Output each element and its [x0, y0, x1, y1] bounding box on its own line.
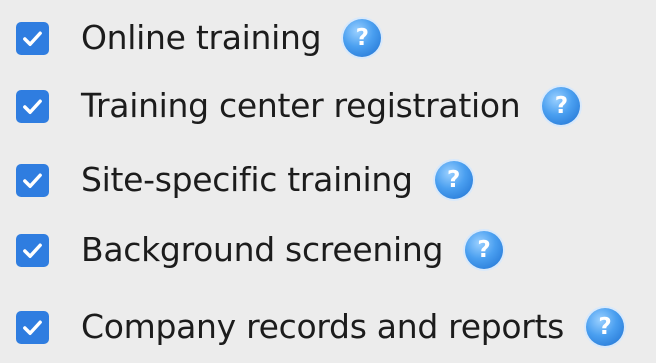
checkbox-online-training[interactable]: [16, 21, 49, 55]
question-mark-icon[interactable]: ?: [434, 161, 473, 199]
checkmark-icon: [23, 243, 42, 258]
checkbox-company-records-and-reports[interactable]: [16, 310, 49, 344]
option-label: Online training: [81, 18, 322, 57]
checkmark-icon: [23, 99, 42, 114]
question-mark-icon[interactable]: ?: [465, 231, 504, 269]
option-background-screening: Background screening ?: [16, 228, 504, 272]
option-training-center-registration: Training center registration ?: [16, 84, 581, 128]
option-label: Company records and reports: [81, 307, 565, 346]
option-site-specific-training: Site-specific training ?: [16, 158, 473, 202]
question-mark-icon[interactable]: ?: [586, 308, 625, 346]
question-mark-icon[interactable]: ?: [343, 19, 382, 57]
option-company-records-and-reports: Company records and reports ?: [16, 305, 625, 349]
option-online-training: Online training ?: [16, 16, 382, 60]
options-list: Online training ? Training center regist…: [0, 0, 656, 363]
option-label: Training center registration: [81, 86, 521, 125]
checkbox-background-screening[interactable]: [16, 233, 49, 267]
checkbox-training-center-registration[interactable]: [16, 89, 49, 123]
checkmark-icon: [23, 173, 42, 188]
checkmark-icon: [23, 320, 42, 335]
option-label: Site-specific training: [81, 160, 413, 199]
checkbox-site-specific-training[interactable]: [16, 163, 49, 197]
checkmark-icon: [23, 31, 42, 46]
option-label: Background screening: [81, 230, 444, 269]
question-mark-icon[interactable]: ?: [542, 87, 581, 125]
